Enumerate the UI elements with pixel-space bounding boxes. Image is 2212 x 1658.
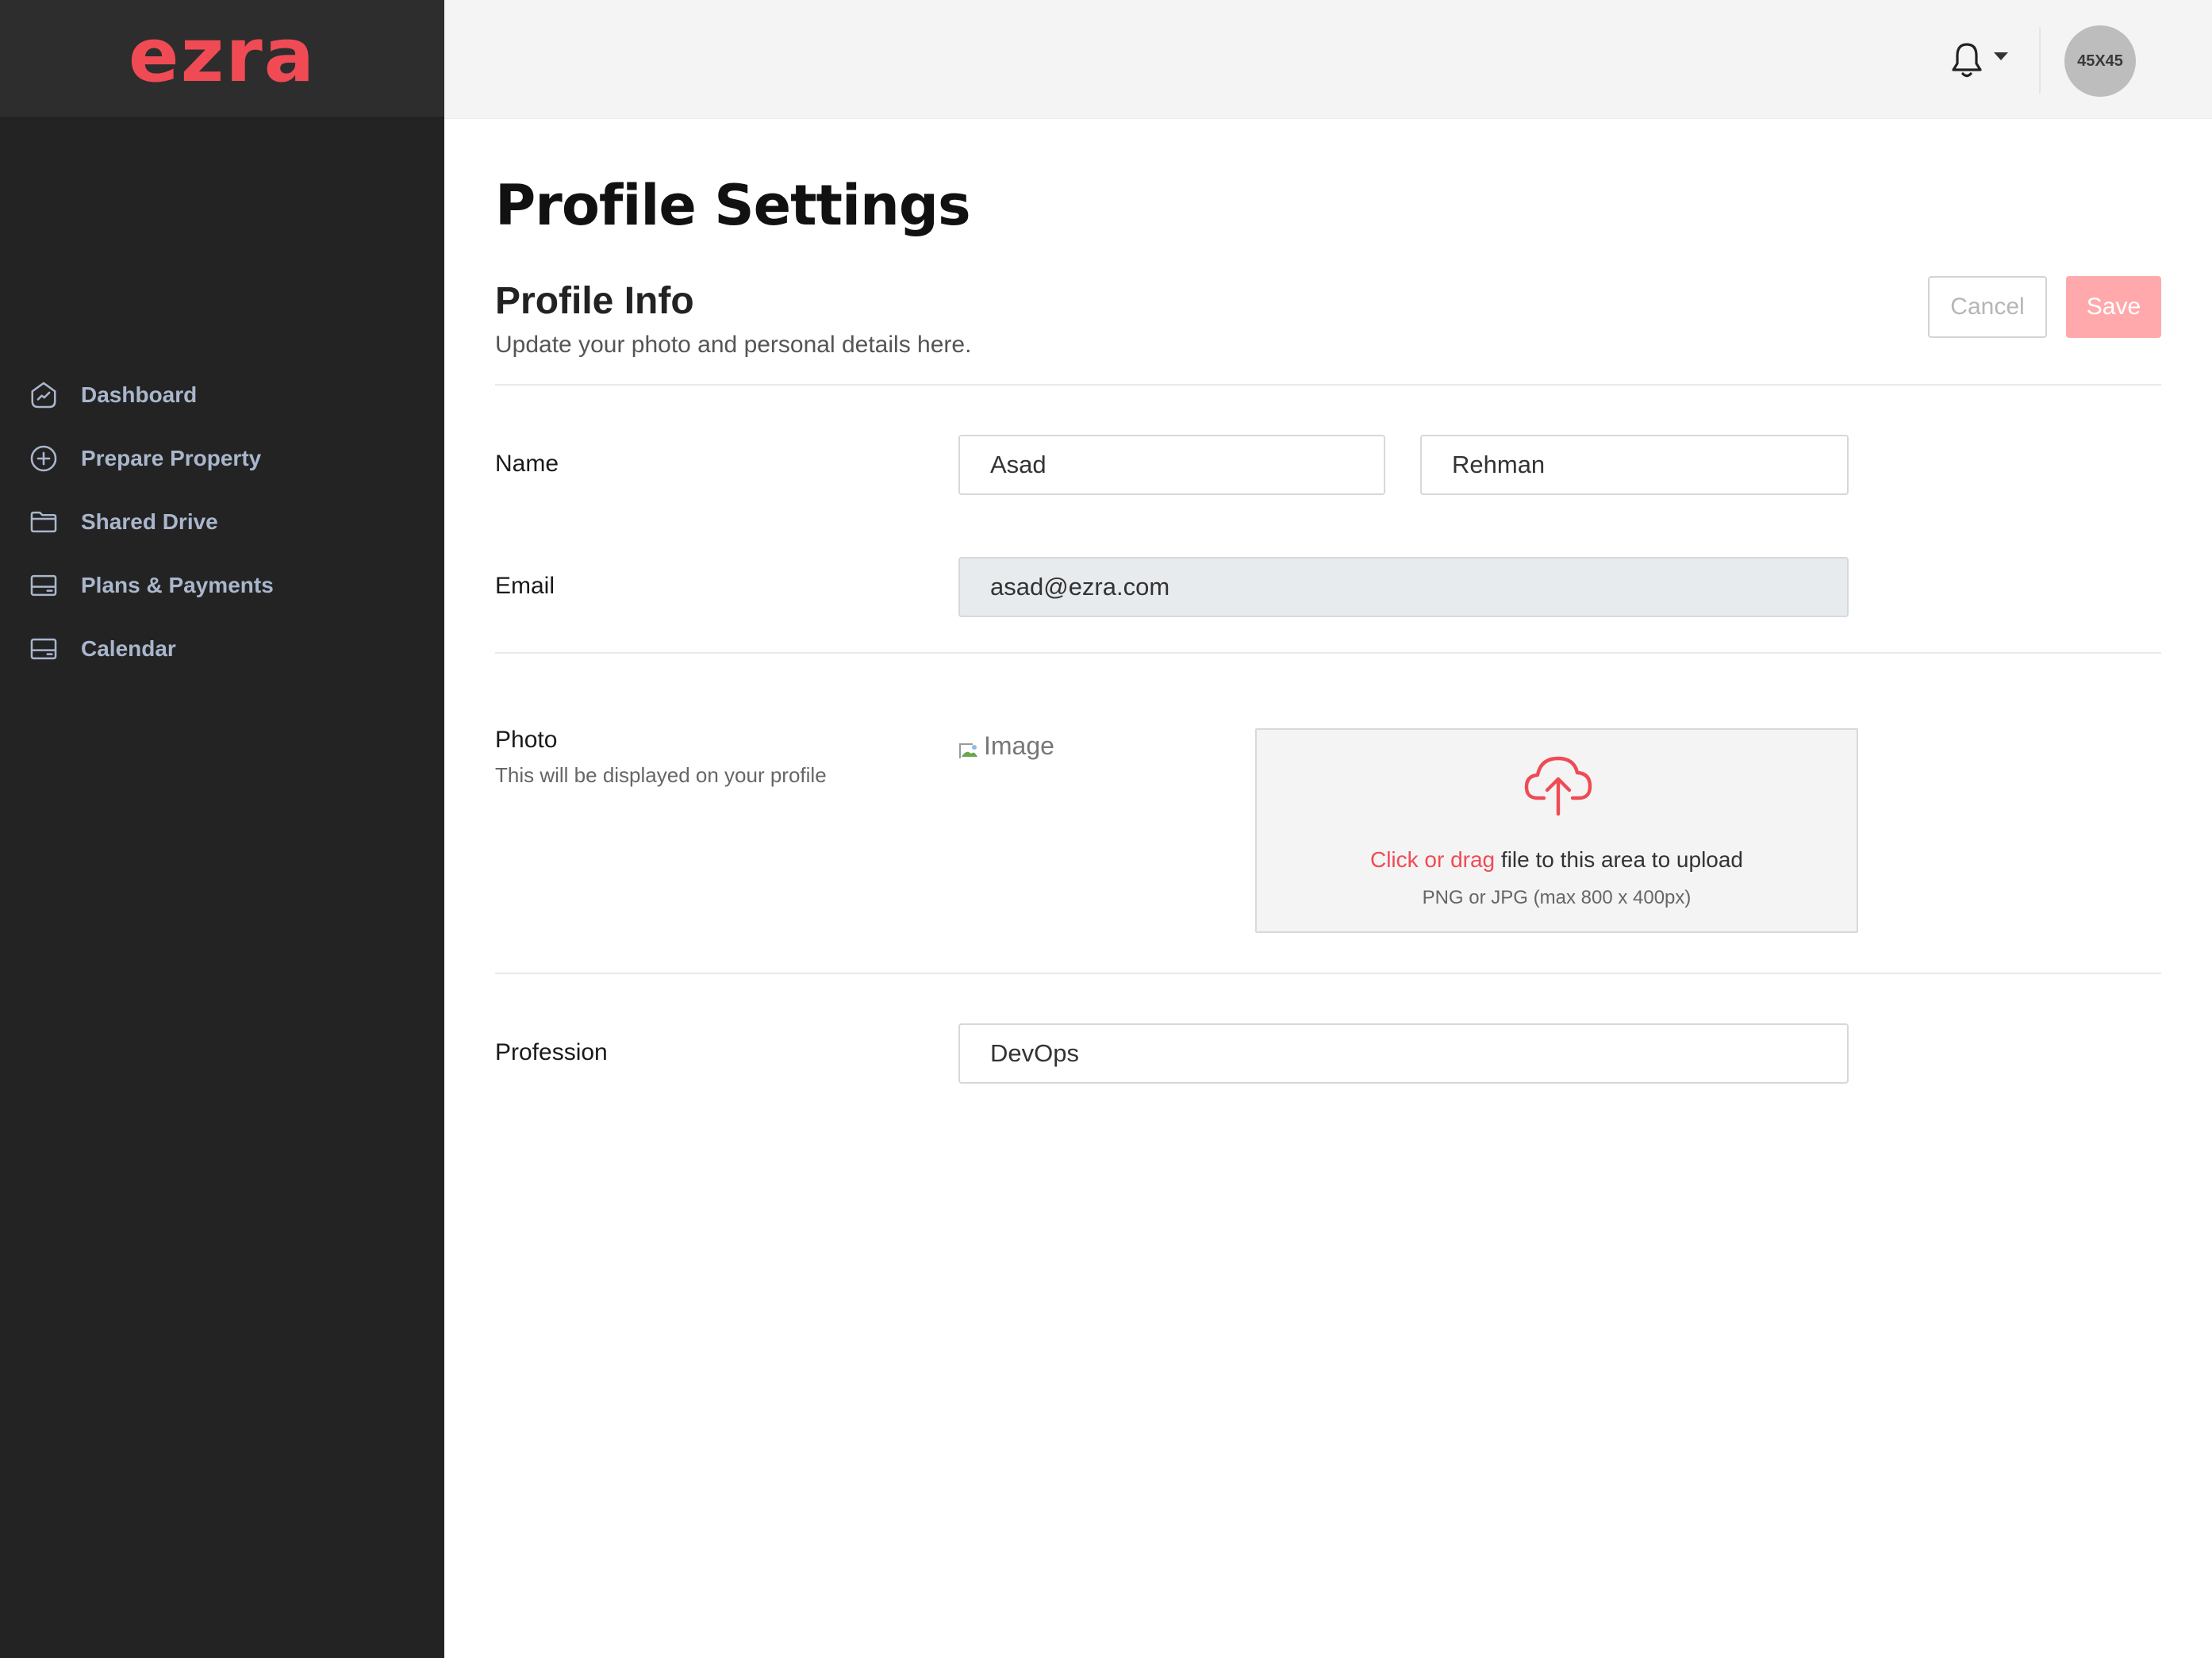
chart-circle-icon bbox=[29, 380, 59, 410]
sidebar-nav: Dashboard Prepare Property Shared Drive … bbox=[0, 363, 444, 681]
cloud-upload-icon bbox=[1524, 756, 1592, 816]
section-subtitle: Update your photo and personal details h… bbox=[495, 332, 972, 358]
broken-image-icon bbox=[958, 737, 982, 758]
bell-icon bbox=[1952, 43, 1982, 78]
notifications-dropdown[interactable] bbox=[1948, 40, 2008, 81]
sidebar-item-shared-drive[interactable]: Shared Drive bbox=[0, 490, 444, 554]
section-title: Profile Info bbox=[495, 280, 694, 322]
sidebar: ezra Dashboard Prepare Property Shared D… bbox=[0, 0, 444, 1658]
sidebar-item-calendar[interactable]: Calendar bbox=[0, 617, 444, 681]
upload-dropzone[interactable]: Click or drag file to this area to uploa… bbox=[1255, 728, 1858, 933]
upload-text: file to this area to upload bbox=[1495, 847, 1744, 872]
upload-instructions: Click or drag file to this area to uploa… bbox=[1257, 847, 1857, 873]
card-icon bbox=[29, 634, 59, 664]
divider bbox=[495, 973, 2161, 974]
plus-circle-icon bbox=[29, 443, 59, 474]
topbar-divider bbox=[2039, 27, 2041, 94]
profession-input[interactable] bbox=[958, 1023, 1849, 1084]
sidebar-item-label: Shared Drive bbox=[81, 509, 218, 534]
sidebar-item-label: Prepare Property bbox=[81, 446, 262, 470]
logo-area: ezra bbox=[0, 0, 444, 117]
sidebar-item-label: Dashboard bbox=[81, 382, 198, 407]
avatar[interactable]: 45X45 bbox=[2064, 25, 2136, 97]
photo-label: Photo bbox=[495, 727, 558, 753]
app-logo[interactable]: ezra bbox=[129, 13, 316, 99]
profession-label: Profession bbox=[495, 1039, 608, 1065]
sidebar-item-plans-payments[interactable]: Plans & Payments bbox=[0, 554, 444, 617]
first-name-input[interactable] bbox=[958, 435, 1385, 495]
sidebar-item-label: Plans & Payments bbox=[81, 573, 274, 597]
page-title: Profile Settings bbox=[495, 173, 971, 238]
sidebar-item-label: Calendar bbox=[81, 636, 176, 661]
chevron-down-icon bbox=[1994, 52, 2008, 60]
sidebar-item-prepare-property[interactable]: Prepare Property bbox=[0, 427, 444, 490]
last-name-input[interactable] bbox=[1420, 435, 1849, 495]
divider bbox=[495, 384, 2161, 386]
image-alt-text: Image bbox=[984, 731, 1054, 760]
profile-photo-placeholder: Image bbox=[958, 731, 1054, 761]
folder-icon bbox=[29, 507, 59, 537]
email-field bbox=[958, 557, 1849, 617]
upload-hint: PNG or JPG (max 800 x 400px) bbox=[1422, 887, 1692, 908]
topbar: 45X45 bbox=[444, 0, 2212, 119]
email-label: Email bbox=[495, 573, 555, 599]
cancel-button[interactable]: Cancel bbox=[1928, 276, 2047, 338]
save-button[interactable]: Save bbox=[2066, 276, 2161, 338]
sidebar-item-dashboard[interactable]: Dashboard bbox=[0, 363, 444, 427]
card-icon bbox=[29, 570, 59, 601]
photo-hint: This will be displayed on your profile bbox=[495, 763, 827, 787]
divider bbox=[495, 652, 2161, 654]
upload-link[interactable]: Click or drag bbox=[1370, 847, 1495, 872]
name-label: Name bbox=[495, 451, 559, 477]
